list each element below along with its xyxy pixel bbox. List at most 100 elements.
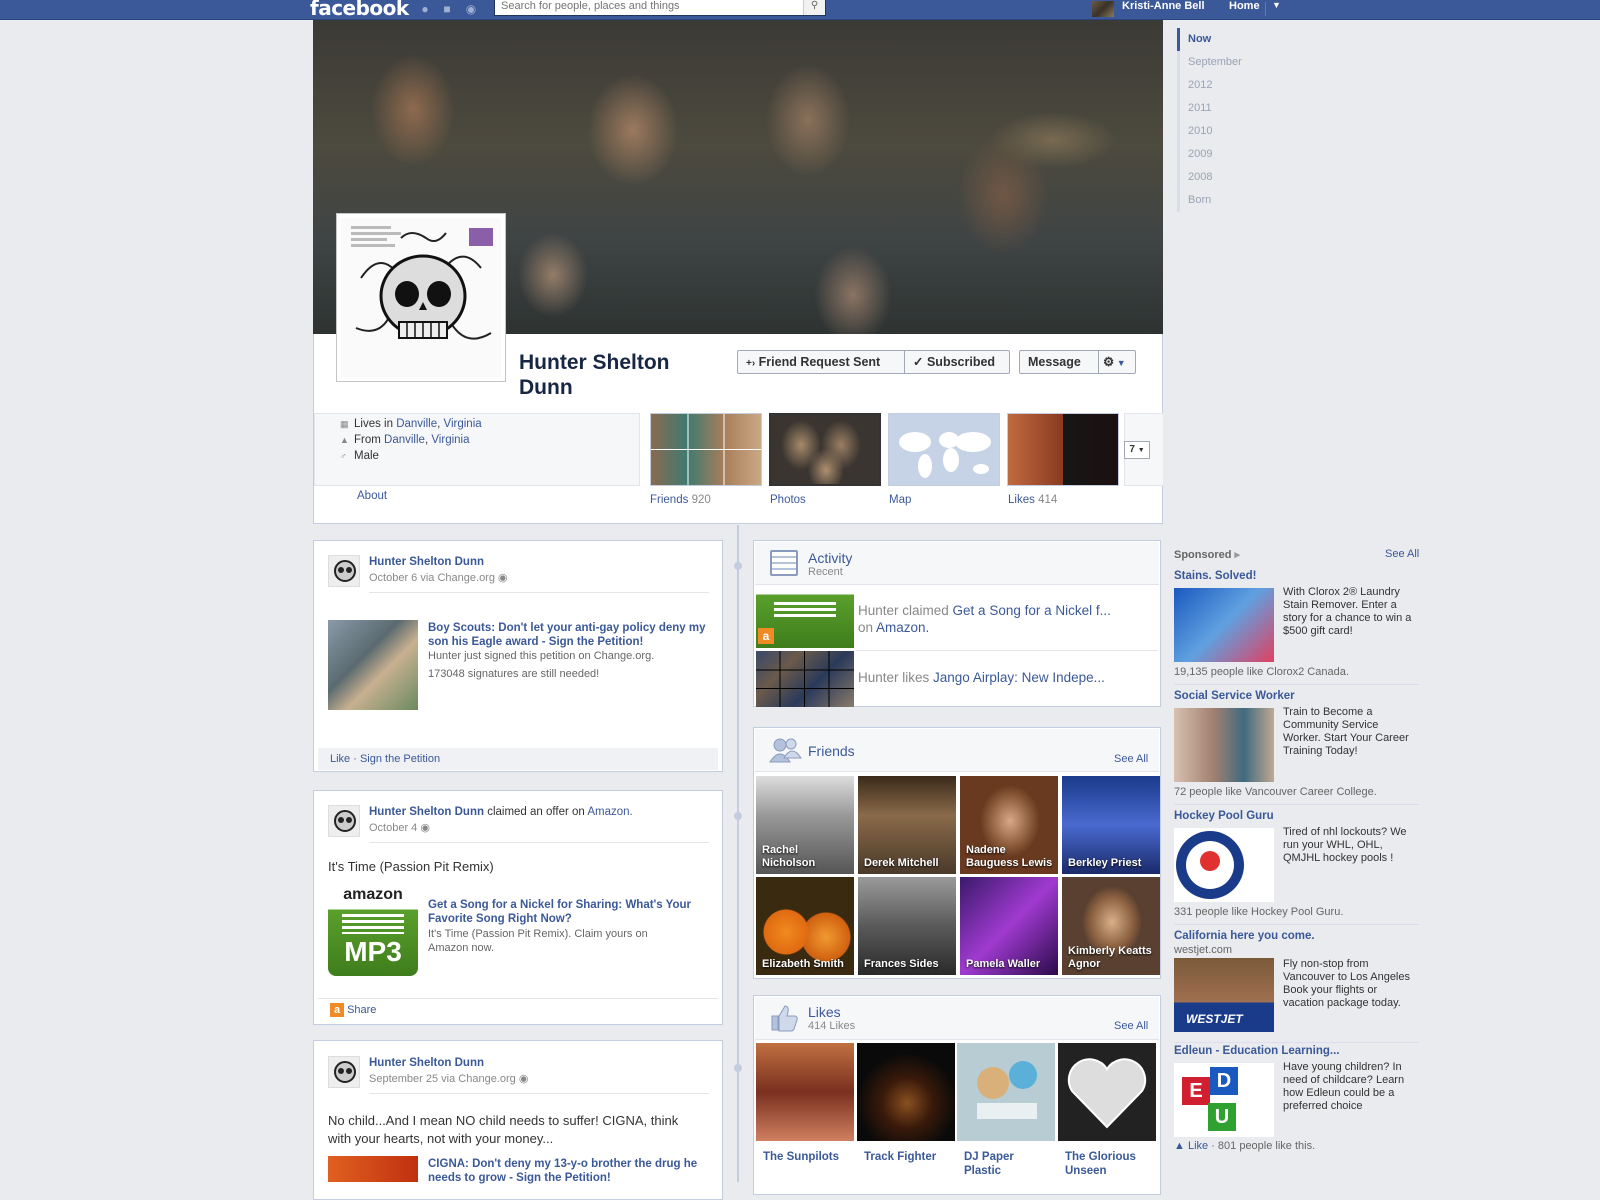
edleun-ad-image[interactable]: E D U (1174, 1063, 1274, 1137)
like-name[interactable]: DJ Paper Plastic (964, 1150, 1044, 1178)
cigna-petition-link[interactable]: CIGNA: Don't deny my 13-y-o brother the … (428, 1157, 708, 1185)
clorox-ad-image[interactable] (1174, 588, 1274, 662)
timeline-nav-2010[interactable]: 2010 (1180, 120, 1267, 143)
divider (1174, 684, 1419, 685)
ad-title[interactable]: Edleun - Education Learning... (1174, 1045, 1339, 1057)
cigna-petition-image[interactable] (328, 1156, 418, 1182)
timeline-nav-2008[interactable]: 2008 (1180, 166, 1267, 189)
about-link[interactable]: About (357, 490, 387, 502)
story-author-link[interactable]: Hunter Shelton Dunn (369, 556, 484, 568)
friend-requests-icon[interactable]: ● (418, 2, 432, 16)
activity-amazon-link[interactable]: Amazon. (876, 620, 929, 635)
like-tile-dj-paper-plastic[interactable] (957, 1043, 1055, 1141)
divider (1174, 804, 1419, 805)
career-college-ad-image[interactable] (1174, 708, 1274, 782)
activity-amazon-thumb[interactable]: a (756, 590, 854, 648)
story-author-link[interactable]: Hunter Shelton Dunn (369, 1057, 484, 1069)
like-name[interactable]: The Sunpilots (763, 1150, 855, 1164)
likes-see-all-link[interactable]: See All (1114, 1020, 1148, 1032)
story-author-link[interactable]: Hunter Shelton Dunn (369, 806, 484, 818)
jango-thumb[interactable] (756, 651, 854, 707)
likes-title[interactable]: Likes (808, 1004, 841, 1020)
westjet-ad-image[interactable]: WESTJET (1174, 958, 1274, 1032)
home-link[interactable]: Home (1229, 0, 1260, 12)
author-avatar[interactable] (328, 805, 360, 837)
lives-in-region-link[interactable]: Virginia (444, 418, 482, 430)
tab-likes[interactable]: Likes 414 (1008, 494, 1057, 506)
author-avatar[interactable] (328, 1056, 360, 1088)
sponsored-see-all-link[interactable]: See All (1385, 548, 1419, 560)
notifications-icon[interactable]: ◉ (464, 2, 478, 16)
tab-friends[interactable]: Friends 920 (650, 494, 711, 506)
more-tabs-button[interactable]: 7 ▼ (1124, 441, 1150, 459)
divider (856, 650, 1158, 651)
timeline-nav-born[interactable]: Born (1180, 189, 1267, 212)
search-icon[interactable]: ⚲ (803, 0, 825, 15)
map-thumbnail[interactable] (888, 413, 1000, 486)
like-tile-sunpilots[interactable] (756, 1043, 854, 1141)
share-link[interactable]: Share (347, 1004, 376, 1016)
timeline-nav-2011[interactable]: 2011 (1180, 97, 1267, 120)
edleun-letter: U (1208, 1103, 1236, 1131)
lives-in-city-link[interactable]: Danville (396, 418, 437, 430)
timeline-nav-2012[interactable]: 2012 (1180, 74, 1267, 97)
user-name-link[interactable]: Kristi-Anne Bell (1122, 0, 1205, 12)
like-tile-glorious-unseen[interactable] (1058, 1043, 1156, 1141)
from-city-link[interactable]: Danville (384, 434, 425, 446)
friend-tile[interactable]: Elizabeth Smith (756, 877, 854, 975)
song-offer-link[interactable]: Get a Song for a Nickel for Sharing: Wha… (428, 898, 708, 926)
ad-title[interactable]: Stains. Solved! (1174, 570, 1256, 582)
like-sign-petition-links[interactable]: Like · Sign the Petition (330, 753, 440, 765)
friends-thumbnail[interactable] (650, 413, 762, 486)
ad-title[interactable]: Social Service Worker (1174, 690, 1295, 702)
petition-image[interactable] (328, 620, 418, 710)
tab-map[interactable]: Map (889, 494, 911, 506)
like-tile-track-fighter[interactable] (857, 1043, 955, 1141)
timeline-nav-now[interactable]: Now (1177, 28, 1267, 51)
friend-tile[interactable]: Rachel Nicholson (756, 776, 854, 874)
story-footer: a Share (318, 998, 718, 1020)
tab-photos[interactable]: Photos (770, 494, 806, 506)
user-avatar[interactable] (1092, 1, 1114, 17)
petition-link[interactable]: Boy Scouts: Don't let your anti-gay poli… (428, 621, 708, 649)
activity-item-link[interactable]: Get a Song for a Nickel f... (953, 603, 1111, 618)
photos-thumbnail[interactable] (769, 413, 881, 486)
activity-item-link[interactable]: Jango Airplay: New Indepe... (933, 670, 1105, 685)
from-region-link[interactable]: Virginia (431, 434, 469, 446)
divider (1174, 1042, 1419, 1043)
ad-like-link[interactable]: Like (1188, 1140, 1208, 1152)
search-input[interactable] (495, 0, 795, 14)
friend-request-sent-button[interactable]: +› Friend Request Sent (737, 350, 905, 374)
friend-tile[interactable]: Derek Mitchell (858, 776, 956, 874)
settings-dropdown-button[interactable]: ⚙ ▼ (1098, 350, 1136, 374)
message-button[interactable]: Message (1019, 350, 1099, 374)
ad-title[interactable]: California here you come. (1174, 930, 1315, 942)
ad-title[interactable]: Hockey Pool Guru (1174, 810, 1274, 822)
timeline-nav-september[interactable]: September (1180, 51, 1267, 74)
activity-title[interactable]: Activity (808, 550, 852, 566)
like-name[interactable]: The Glorious Unseen (1065, 1150, 1150, 1178)
friend-request-label: Friend Request Sent (758, 355, 881, 369)
subscribed-button[interactable]: ✓ Subscribed (904, 350, 1010, 374)
friend-tile[interactable]: Frances Sides (858, 877, 956, 975)
friends-see-all-link[interactable]: See All (1114, 753, 1148, 765)
like-name[interactable]: Track Fighter (864, 1150, 956, 1164)
friends-title[interactable]: Friends (808, 743, 855, 759)
hockey-pool-ad-image[interactable] (1174, 828, 1274, 902)
timeline-nav-2009[interactable]: 2009 (1180, 143, 1267, 166)
account-menu-caret-icon[interactable]: ▼ (1272, 0, 1281, 10)
amazon-mp3-image[interactable]: amazon MP3 (328, 886, 418, 976)
friend-tile[interactable]: Berkley Priest (1062, 776, 1160, 874)
author-avatar[interactable] (328, 555, 360, 587)
ad-text: Train to Become a Community Service Work… (1283, 706, 1409, 757)
friend-tile[interactable]: Kimberly Keatts Agnor (1062, 877, 1160, 975)
likes-thumbnail[interactable] (1007, 413, 1119, 486)
petition-signatures: 173048 signatures are still needed! (428, 668, 600, 680)
friend-tile[interactable]: Pamela Waller (960, 877, 1058, 975)
messages-icon[interactable]: ■ (440, 2, 454, 16)
facebook-logo[interactable]: facebook (310, 0, 409, 20)
divider (369, 592, 709, 593)
profile-picture[interactable] (336, 213, 506, 382)
amazon-link[interactable]: Amazon. (587, 806, 632, 818)
friend-tile[interactable]: Nadene Bauguess Lewis (960, 776, 1058, 874)
